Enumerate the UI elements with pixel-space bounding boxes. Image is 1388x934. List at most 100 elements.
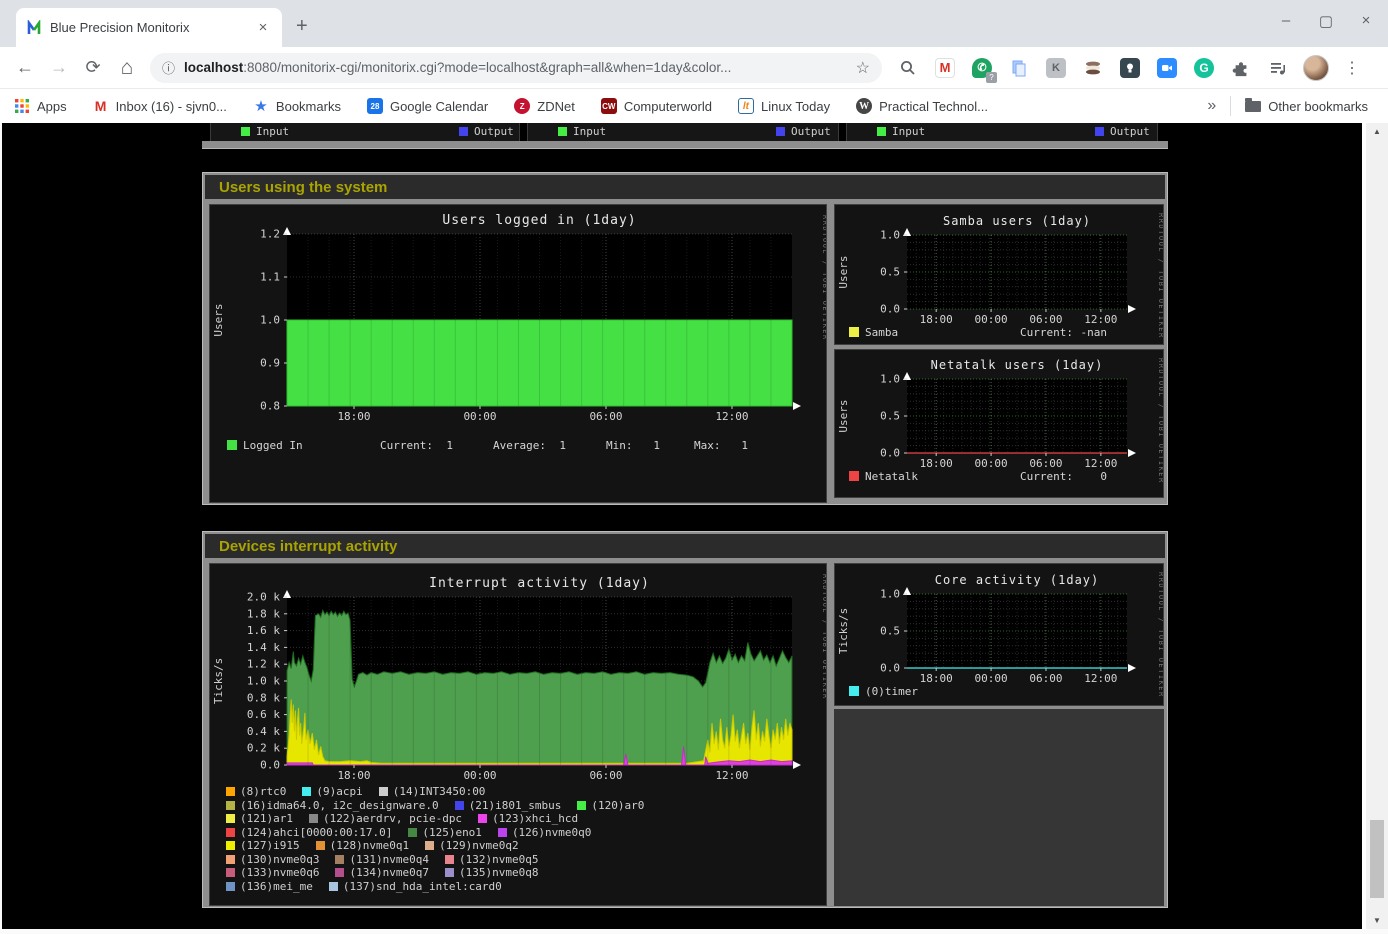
svg-text:Current:: Current: bbox=[380, 439, 433, 452]
svg-text:0.8: 0.8 bbox=[260, 400, 280, 413]
home-icon[interactable]: ⌂ bbox=[110, 56, 144, 80]
svg-text:Ticks/s: Ticks/s bbox=[212, 658, 225, 704]
bookmark-linux-today[interactable]: lt Linux Today bbox=[738, 98, 830, 114]
svg-text:0.2 k: 0.2 k bbox=[247, 742, 280, 755]
new-tab-button[interactable]: + bbox=[296, 15, 308, 38]
svg-text:(0)timer: (0)timer bbox=[865, 685, 918, 698]
voice-extension-icon[interactable]: ✆ ? bbox=[970, 56, 994, 80]
bookmark-label: Inbox (16) - sjvn0... bbox=[116, 99, 227, 114]
svg-text:00:00: 00:00 bbox=[975, 457, 1008, 470]
partial-net-graph-2[interactable]: Input Output bbox=[527, 123, 839, 141]
bookmark-computerworld[interactable]: CW Computerworld bbox=[601, 98, 712, 114]
svg-text:Users: Users bbox=[837, 255, 850, 288]
input-swatch bbox=[558, 127, 567, 136]
svg-text:1.0: 1.0 bbox=[880, 373, 900, 386]
bookmark-star-icon[interactable]: ☆ bbox=[856, 58, 870, 78]
site-info-icon[interactable]: ⓘ bbox=[162, 58, 175, 77]
playlist-extension-icon[interactable] bbox=[1266, 56, 1290, 80]
svg-text:0.9: 0.9 bbox=[260, 357, 280, 370]
browser-tab[interactable]: Blue Precision Monitorix × bbox=[16, 8, 282, 47]
svg-text:Samba users (1day): Samba users (1day) bbox=[943, 214, 1091, 228]
bookmark-zdnet[interactable]: Z ZDNet bbox=[514, 98, 575, 114]
partial-net-graph-1[interactable]: Input Output bbox=[210, 123, 520, 141]
window-maximize-button[interactable]: ▢ bbox=[1318, 12, 1334, 30]
profile-avatar[interactable] bbox=[1303, 55, 1329, 81]
users-logged-in-graph[interactable]: 1.21.11.00.90.818:0000:0006:0012:00Users… bbox=[209, 204, 827, 503]
bookmarks-overflow-icon[interactable]: » bbox=[1207, 97, 1216, 115]
other-bookmarks-button[interactable]: Other bookmarks bbox=[1245, 99, 1368, 114]
interrupt-activity-graph[interactable]: (8)rtc0(9)acpi(14)INT3450:00(16)idma64.0… bbox=[209, 563, 827, 906]
scrollbar-thumb[interactable] bbox=[1370, 820, 1384, 898]
svg-text:12:00: 12:00 bbox=[1084, 313, 1117, 326]
url-text: localhost:8080/monitorix-cgi/monitorix.c… bbox=[184, 60, 848, 75]
svg-text:1.2: 1.2 bbox=[260, 228, 280, 241]
svg-text:18:00: 18:00 bbox=[920, 313, 953, 326]
bookmark-inbox[interactable]: M Inbox (16) - sjvn0... bbox=[93, 98, 227, 114]
netatalk-users-graph[interactable]: 1.00.50.018:0000:0006:0012:00Netatalk us… bbox=[834, 349, 1164, 498]
window-minimize-button[interactable]: – bbox=[1278, 12, 1294, 30]
svg-text:1.0: 1.0 bbox=[880, 229, 900, 242]
svg-text:1: 1 bbox=[559, 439, 566, 452]
svg-text:1.6 k: 1.6 k bbox=[247, 624, 280, 637]
svg-text:RRDTOOL / TOBI OETIKER: RRDTOOL / TOBI OETIKER bbox=[821, 215, 827, 341]
tab-title: Blue Precision Monitorix bbox=[50, 20, 254, 35]
svg-text:1.2 k: 1.2 k bbox=[247, 658, 280, 671]
address-bar[interactable]: ⓘ localhost:8080/monitorix-cgi/monitorix… bbox=[150, 53, 882, 83]
svg-text:RRDTOOL / TOBI OETIKER: RRDTOOL / TOBI OETIKER bbox=[1157, 358, 1164, 484]
keepa-extension-icon[interactable]: K bbox=[1044, 56, 1068, 80]
forward-icon[interactable]: → bbox=[42, 57, 76, 78]
url-host: localhost bbox=[184, 60, 243, 75]
browser-menu-kebab-icon[interactable]: ⋮ bbox=[1342, 58, 1362, 78]
lamp-extension-icon[interactable] bbox=[1118, 56, 1142, 80]
stack-extension-icon[interactable] bbox=[1081, 56, 1105, 80]
svg-text:Ticks/s: Ticks/s bbox=[837, 608, 850, 654]
url-path: :8080/monitorix-cgi/monitorix.cgi?mode=l… bbox=[243, 60, 731, 75]
output-swatch bbox=[776, 127, 785, 136]
window-edge-bottom bbox=[0, 929, 1388, 934]
bookmark-bookmarks[interactable]: ★ Bookmarks bbox=[253, 98, 341, 114]
apps-grid-icon bbox=[14, 98, 30, 114]
bookmarks-bar: Apps M Inbox (16) - sjvn0... ★ Bookmarks… bbox=[0, 89, 1388, 123]
extensions-puzzle-icon[interactable] bbox=[1229, 56, 1253, 80]
wordpress-icon: W bbox=[856, 98, 872, 114]
svg-text:Interrupt activity (1day): Interrupt activity (1day) bbox=[429, 576, 650, 591]
samba-users-graph[interactable]: 1.00.50.018:0000:0006:0012:00Samba users… bbox=[834, 204, 1164, 345]
svg-text:Netatalk: Netatalk bbox=[865, 470, 918, 483]
bookmark-apps[interactable]: Apps bbox=[14, 98, 67, 114]
bookmark-google-calendar[interactable]: 28 Google Calendar bbox=[367, 98, 488, 114]
top-section-border bbox=[202, 141, 1168, 149]
back-icon[interactable]: ← bbox=[8, 57, 42, 78]
scroll-down-button[interactable]: ▼ bbox=[1366, 912, 1388, 929]
folder-icon bbox=[1245, 101, 1261, 112]
zoom-extension-icon[interactable] bbox=[1155, 56, 1179, 80]
svg-text:0.0: 0.0 bbox=[880, 447, 900, 460]
scroll-up-button[interactable]: ▲ bbox=[1366, 123, 1388, 140]
svg-text:Users logged in (1day): Users logged in (1day) bbox=[442, 213, 636, 228]
svg-text:1.0: 1.0 bbox=[260, 314, 280, 327]
svg-text:0.6 k: 0.6 k bbox=[247, 708, 280, 721]
svg-text:00:00: 00:00 bbox=[975, 313, 1008, 326]
core-activity-graph[interactable]: 1.00.50.018:0000:0006:0012:00Core activi… bbox=[834, 563, 1164, 706]
window-close-button[interactable]: × bbox=[1358, 12, 1374, 30]
gmail-extension-icon[interactable]: M bbox=[933, 56, 957, 80]
reload-icon[interactable]: ⟳ bbox=[76, 57, 110, 78]
svg-text:RRDTOOL / TOBI OETIKER: RRDTOOL / TOBI OETIKER bbox=[1157, 213, 1164, 339]
svg-text:0.4 k: 0.4 k bbox=[247, 725, 280, 738]
svg-text:0.5: 0.5 bbox=[880, 625, 900, 638]
svg-text:1: 1 bbox=[446, 439, 453, 452]
svg-text:RRDTOOL / TOBI OETIKER: RRDTOOL / TOBI OETIKER bbox=[1157, 572, 1164, 698]
voice-badge: ? bbox=[986, 72, 997, 83]
svg-text:Logged In: Logged In bbox=[243, 439, 303, 452]
copy-pages-extension-icon[interactable] bbox=[1007, 56, 1031, 80]
grammarly-extension-icon[interactable]: G bbox=[1192, 56, 1216, 80]
svg-text:0.0: 0.0 bbox=[880, 662, 900, 675]
partial-net-graph-3[interactable]: Input Output bbox=[846, 123, 1158, 141]
search-extension-icon[interactable] bbox=[896, 56, 920, 80]
svg-text:00:00: 00:00 bbox=[463, 769, 496, 782]
svg-text:Current:: Current: bbox=[1020, 326, 1073, 339]
page-scrollbar[interactable]: ▲ ▼ bbox=[1366, 123, 1388, 929]
tab-close-icon[interactable]: × bbox=[254, 19, 272, 36]
bookmark-practical-technology[interactable]: W Practical Technol... bbox=[856, 98, 988, 114]
svg-text:06:00: 06:00 bbox=[589, 769, 622, 782]
svg-text:Average:: Average: bbox=[493, 439, 546, 452]
